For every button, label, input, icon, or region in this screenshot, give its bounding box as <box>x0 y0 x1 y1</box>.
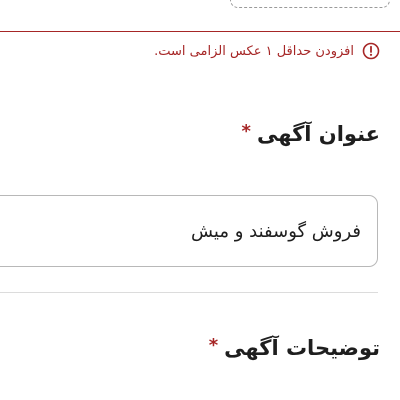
upload-error-underline <box>0 31 400 32</box>
required-asterisk: * <box>241 120 251 142</box>
description-label-text: توضیحات آگهی <box>224 336 380 360</box>
photo-upload-box[interactable] <box>230 0 390 8</box>
title-label-text: عنوان آگهی <box>256 122 380 146</box>
description-field-label: توضیحات آگهی * <box>208 334 380 361</box>
upload-error-message: افزودن حداقل ۱ عکس الزامی است. <box>154 42 380 60</box>
title-field-label: عنوان آگهی * <box>241 120 380 147</box>
ad-form: افزودن حداقل ۱ عکس الزامی است. عنوان آگه… <box>0 0 400 400</box>
exclamation-circle-icon <box>362 42 380 60</box>
title-input-value: فروش گوسفند و میش <box>190 220 361 242</box>
upload-error-text: افزودن حداقل ۱ عکس الزامی است. <box>154 43 354 59</box>
section-divider <box>0 292 378 293</box>
required-asterisk: * <box>208 334 219 356</box>
title-input[interactable]: فروش گوسفند و میش <box>0 195 378 267</box>
